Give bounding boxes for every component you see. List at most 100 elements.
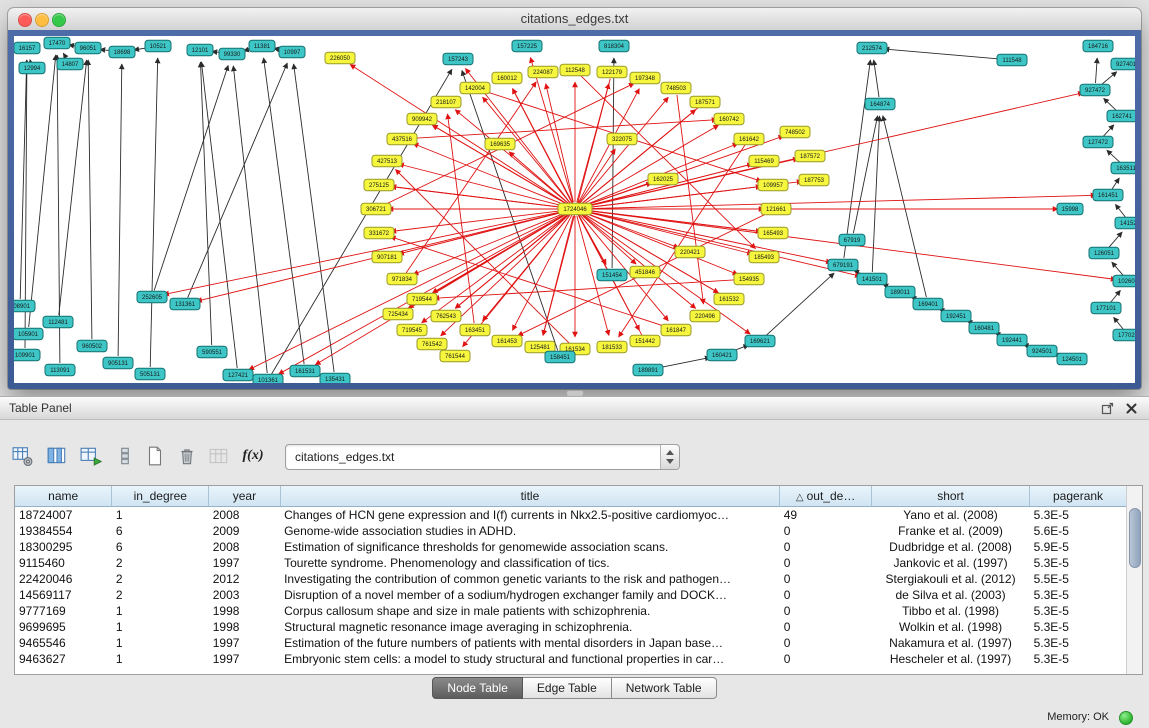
window-title: citations_edges.txt bbox=[8, 8, 1141, 30]
citation-graph[interactable]: 1724046112548122179197348748503187571160… bbox=[14, 36, 1135, 383]
graph-edge bbox=[409, 120, 717, 139]
table-cell: Franke et al. (2009) bbox=[872, 523, 1030, 539]
graph-edge bbox=[462, 70, 558, 350]
graph-node-label: 161642 bbox=[739, 137, 760, 143]
graph-edge bbox=[582, 210, 831, 262]
memory-ok-indicator-icon bbox=[1119, 711, 1133, 725]
create-column-button[interactable] bbox=[78, 443, 104, 469]
column-header-year[interactable]: year bbox=[209, 486, 280, 507]
graph-edge bbox=[677, 95, 704, 304]
trash-icon bbox=[176, 445, 198, 467]
rows-icon bbox=[114, 445, 136, 467]
table-row[interactable]: 977716911998Corpus callosum shape and si… bbox=[15, 603, 1127, 619]
table-cell: 2 bbox=[112, 555, 209, 571]
function-builder-button[interactable]: f(x) bbox=[240, 443, 266, 469]
graph-node-label: 12101 bbox=[192, 48, 209, 54]
float-panel-button[interactable] bbox=[1100, 401, 1115, 416]
table-panel-title: Table Panel bbox=[9, 397, 72, 419]
graph-edge bbox=[844, 60, 871, 258]
table-selector-combo[interactable]: citations_edges.txt bbox=[285, 444, 680, 470]
table-cell: 1997 bbox=[209, 651, 280, 667]
table-cell: 9463627 bbox=[15, 651, 112, 667]
graph-node-label: 164874 bbox=[870, 102, 891, 108]
table-cell: 1 bbox=[112, 603, 209, 619]
graph-edge bbox=[448, 114, 475, 323]
graph-node-label: 192441 bbox=[1002, 338, 1023, 344]
table-cell: Hescheler et al. (1997) bbox=[872, 651, 1030, 667]
table-row[interactable]: 1872400712008Changes of HCN gene express… bbox=[15, 507, 1127, 524]
table-row[interactable]: 1938455462009Genome-wide association stu… bbox=[15, 523, 1127, 539]
table-row[interactable]: 946362711997Embryonic stem cells: a mode… bbox=[15, 651, 1127, 667]
graph-node-label: 10521 bbox=[150, 44, 167, 50]
column-header-name[interactable]: name bbox=[15, 486, 112, 507]
column-header-short[interactable]: short bbox=[872, 486, 1030, 507]
table-scrollbar[interactable] bbox=[1126, 486, 1142, 674]
tab-network-table[interactable]: Network Table bbox=[612, 677, 717, 699]
float-panel-icon bbox=[1100, 401, 1115, 416]
graph-node-label: 15998 bbox=[1062, 207, 1079, 213]
graph-node-label: 161847 bbox=[666, 328, 687, 334]
delete-button[interactable] bbox=[174, 443, 200, 469]
graph-node-label: 17470 bbox=[49, 41, 66, 47]
graph-node-label: 161451 bbox=[1098, 193, 1119, 199]
graph-node-label: 590551 bbox=[202, 350, 223, 356]
graph-node-label: 14807 bbox=[62, 62, 79, 68]
table-tab-bar: Node Table Edge Table Network Table bbox=[0, 677, 1149, 699]
graph-node-label: 927401 bbox=[1116, 62, 1135, 68]
graph-node-label: 112548 bbox=[565, 68, 585, 74]
table-row[interactable]: 2242004622012Investigating the contribut… bbox=[15, 571, 1127, 587]
import-table-button[interactable] bbox=[206, 443, 232, 469]
graph-node-label: 927472 bbox=[1085, 88, 1106, 94]
table-row[interactable]: 946554611997Estimation of the future num… bbox=[15, 635, 1127, 651]
table-mode-button[interactable] bbox=[10, 443, 36, 469]
column-header-title[interactable]: title bbox=[280, 486, 780, 507]
graph-node-label: 122179 bbox=[602, 70, 623, 76]
close-panel-icon bbox=[1124, 401, 1139, 416]
show-columns-icon bbox=[46, 445, 68, 467]
column-header-in_degree[interactable]: in_degree bbox=[112, 486, 209, 507]
network-window: citations_edges.txt 17240461125481221791… bbox=[8, 8, 1141, 389]
graph-node-label: 96051 bbox=[80, 46, 97, 52]
table-cell: Yano et al. (2008) bbox=[872, 507, 1030, 524]
close-panel-button[interactable] bbox=[1124, 401, 1139, 416]
graph-node-label: 169401 bbox=[918, 302, 939, 308]
column-header-out_de[interactable]: △out_de… bbox=[780, 486, 872, 507]
table-scrollbar-thumb[interactable] bbox=[1129, 508, 1141, 568]
graph-node-label: 163451 bbox=[465, 328, 486, 334]
graph-node-label: 187571 bbox=[695, 100, 716, 106]
graph-node-label: 322075 bbox=[612, 137, 633, 143]
graph-edge bbox=[1107, 150, 1121, 163]
network-canvas[interactable]: 1724046112548122179197348748503187571160… bbox=[14, 36, 1135, 383]
graph-node-label: 169621 bbox=[750, 339, 771, 345]
graph-node-label: 748502 bbox=[785, 130, 806, 136]
window-titlebar[interactable]: citations_edges.txt bbox=[8, 8, 1141, 31]
graph-node-label: 187572 bbox=[800, 154, 821, 160]
graph-node-label: 169635 bbox=[490, 142, 511, 148]
table-row[interactable]: 911546021997Tourette syndrome. Phenomeno… bbox=[15, 555, 1127, 571]
table-cell: 19384554 bbox=[15, 523, 112, 539]
combo-stepper[interactable] bbox=[660, 445, 679, 469]
table-row[interactable]: 969969511998Structural magnetic resonanc… bbox=[15, 619, 1127, 635]
table-cell: 0 bbox=[780, 651, 872, 667]
graph-node-label: 105901 bbox=[18, 332, 39, 338]
graph-node-label: 437516 bbox=[392, 137, 413, 143]
table-row[interactable]: 1830029562008Estimation of significance … bbox=[15, 539, 1127, 555]
column-header-pagerank[interactable]: pagerank bbox=[1030, 486, 1127, 507]
tab-node-table[interactable]: Node Table bbox=[432, 677, 523, 699]
table-cell: 5.3E-5 bbox=[1030, 507, 1127, 524]
table-cell: 5.9E-5 bbox=[1030, 539, 1127, 555]
graph-edge bbox=[455, 214, 569, 309]
graph-node-label: 719545 bbox=[402, 328, 423, 334]
graph-node-label: 907181 bbox=[377, 255, 398, 261]
new-file-button[interactable] bbox=[142, 443, 168, 469]
rows-button[interactable] bbox=[112, 443, 138, 469]
node-table[interactable]: namein_degreeyeartitle△out_de…shortpager… bbox=[15, 486, 1127, 667]
graph-node-label: 451846 bbox=[635, 270, 656, 276]
show-columns-button[interactable] bbox=[44, 443, 70, 469]
table-cell: 9465546 bbox=[15, 635, 112, 651]
graph-node-label: 16157 bbox=[19, 46, 36, 52]
graph-node-label: 189891 bbox=[638, 368, 659, 374]
tab-edge-table[interactable]: Edge Table bbox=[523, 677, 612, 699]
table-row[interactable]: 1456911722003Disruption of a novel membe… bbox=[15, 587, 1127, 603]
table-cell: 0 bbox=[780, 571, 872, 587]
